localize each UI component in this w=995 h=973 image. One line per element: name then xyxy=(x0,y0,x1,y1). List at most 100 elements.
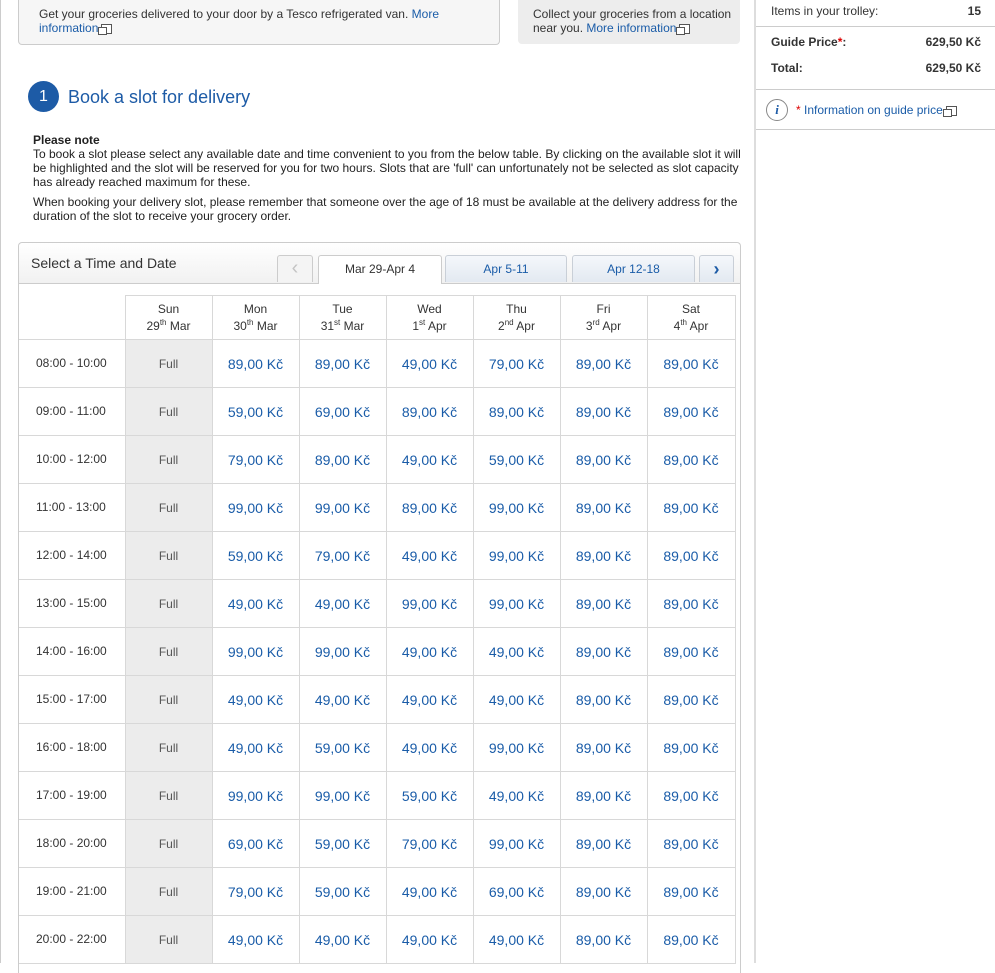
slot-price[interactable]: 69,00 Kč xyxy=(211,819,300,868)
tab-week-1[interactable]: Mar 29-Apr 4 xyxy=(318,255,442,284)
slot-price[interactable]: 89,00 Kč xyxy=(646,723,736,772)
slot-price[interactable]: 79,00 Kč xyxy=(211,435,300,484)
slot-price[interactable]: 59,00 Kč xyxy=(211,387,300,436)
slot-price[interactable]: 89,00 Kč xyxy=(298,435,387,484)
slot-price[interactable]: 49,00 Kč xyxy=(472,915,561,964)
slot-price[interactable]: 99,00 Kč xyxy=(472,723,561,772)
slot-price[interactable]: 49,00 Kč xyxy=(211,675,300,724)
delivery-option-box: Get your groceries delivered to your doo… xyxy=(18,0,500,45)
slot-price[interactable]: 99,00 Kč xyxy=(385,579,474,628)
slot-price[interactable]: 59,00 Kč xyxy=(298,819,387,868)
slot-price[interactable]: 49,00 Kč xyxy=(472,675,561,724)
slot-price[interactable]: 79,00 Kč xyxy=(298,531,387,580)
slot-price[interactable]: 59,00 Kč xyxy=(385,771,474,820)
tab-week-3[interactable]: Apr 12-18 xyxy=(572,255,695,282)
slot-price[interactable]: 49,00 Kč xyxy=(385,675,474,724)
slot-price[interactable]: 49,00 Kč xyxy=(385,867,474,916)
slot-price[interactable]: 89,00 Kč xyxy=(646,675,736,724)
slot-price[interactable]: 49,00 Kč xyxy=(385,339,474,388)
slot-price[interactable]: 89,00 Kč xyxy=(211,339,300,388)
slot-row: 18:00 - 20:00 Full 69,00 Kč 59,00 Kč 79,00 K… xyxy=(19,819,736,868)
slot-price[interactable]: 89,00 Kč xyxy=(559,627,648,676)
slot-price[interactable]: 49,00 Kč xyxy=(298,675,387,724)
slot-price[interactable]: 49,00 Kč xyxy=(472,771,561,820)
slot-price[interactable]: 99,00 Kč xyxy=(298,627,387,676)
slot-picker-panel: Select a Time and Date ‹ Mar 29-Apr 4 Ap… xyxy=(18,242,741,973)
collect-more-info-link[interactable]: More information xyxy=(586,21,676,35)
slot-price[interactable]: 89,00 Kč xyxy=(646,531,736,580)
slot-full: Full xyxy=(124,867,213,916)
collect-option-box[interactable]: Collect your groceries from a location n… xyxy=(518,0,740,44)
slot-price[interactable]: 89,00 Kč xyxy=(559,867,648,916)
slot-price[interactable]: 49,00 Kč xyxy=(385,435,474,484)
time-range-label: 13:00 - 15:00 xyxy=(19,579,126,628)
slot-price[interactable]: 89,00 Kč xyxy=(559,387,648,436)
slot-price[interactable]: 49,00 Kč xyxy=(211,915,300,964)
time-range-label: 20:00 - 22:00 xyxy=(19,915,126,964)
tab-week-2[interactable]: Apr 5-11 xyxy=(445,255,567,282)
slot-price[interactable]: 89,00 Kč xyxy=(646,483,736,532)
slot-price[interactable]: 89,00 Kč xyxy=(646,771,736,820)
slot-price[interactable]: 89,00 Kč xyxy=(646,387,736,436)
slot-price[interactable]: 89,00 Kč xyxy=(559,339,648,388)
slot-price[interactable]: 89,00 Kč xyxy=(646,579,736,628)
slot-price[interactable]: 99,00 Kč xyxy=(211,483,300,532)
slot-price[interactable]: 89,00 Kč xyxy=(472,387,561,436)
slot-price[interactable]: 99,00 Kč xyxy=(472,819,561,868)
slot-price[interactable]: 89,00 Kč xyxy=(559,915,648,964)
slot-price[interactable]: 49,00 Kč xyxy=(385,531,474,580)
slot-price[interactable]: 49,00 Kč xyxy=(298,579,387,628)
slot-price[interactable]: 49,00 Kč xyxy=(298,915,387,964)
slot-price[interactable]: 59,00 Kč xyxy=(472,435,561,484)
time-range-label: 16:00 - 18:00 xyxy=(19,723,126,772)
slot-price[interactable]: 69,00 Kč xyxy=(472,867,561,916)
guide-price-info-link[interactable]: Information on guide price xyxy=(804,103,943,117)
slot-price[interactable]: 89,00 Kč xyxy=(559,723,648,772)
slot-price[interactable]: 89,00 Kč xyxy=(646,627,736,676)
slot-price[interactable]: 89,00 Kč xyxy=(559,531,648,580)
slot-price[interactable]: 99,00 Kč xyxy=(472,579,561,628)
slot-price[interactable]: 89,00 Kč xyxy=(559,579,648,628)
slot-price[interactable]: 99,00 Kč xyxy=(298,771,387,820)
slot-price[interactable]: 59,00 Kč xyxy=(211,531,300,580)
slot-price[interactable]: 99,00 Kč xyxy=(472,531,561,580)
slot-price[interactable]: 99,00 Kč xyxy=(298,483,387,532)
slot-price[interactable]: 69,00 Kč xyxy=(298,387,387,436)
slot-row: 10:00 - 12:00 Full 79,00 Kč 89,00 Kč 49,00 K… xyxy=(19,435,736,484)
slot-full: Full xyxy=(124,531,213,580)
slot-price[interactable]: 59,00 Kč xyxy=(298,723,387,772)
slot-price[interactable]: 89,00 Kč xyxy=(385,387,474,436)
slot-price[interactable]: 49,00 Kč xyxy=(211,579,300,628)
chevron-right-icon[interactable]: › xyxy=(699,255,734,282)
slot-price[interactable]: 89,00 Kč xyxy=(646,867,736,916)
info-icon: i xyxy=(766,99,788,121)
slot-price[interactable]: 49,00 Kč xyxy=(385,723,474,772)
slot-price[interactable]: 89,00 Kč xyxy=(559,435,648,484)
slot-price[interactable]: 49,00 Kč xyxy=(211,723,300,772)
divider xyxy=(756,129,995,130)
slot-price[interactable]: 49,00 Kč xyxy=(472,627,561,676)
slot-price[interactable]: 89,00 Kč xyxy=(559,675,648,724)
slot-picker-header: Select a Time and Date ‹ Mar 29-Apr 4 Ap… xyxy=(19,243,740,284)
slot-price[interactable]: 79,00 Kč xyxy=(472,339,561,388)
slot-price[interactable]: 79,00 Kč xyxy=(211,867,300,916)
slot-price[interactable]: 89,00 Kč xyxy=(646,339,736,388)
slot-price[interactable]: 99,00 Kč xyxy=(211,771,300,820)
slot-price[interactable]: 89,00 Kč xyxy=(385,483,474,532)
slot-price[interactable]: 99,00 Kč xyxy=(472,483,561,532)
slot-price[interactable]: 89,00 Kč xyxy=(298,339,387,388)
slot-price[interactable]: 49,00 Kč xyxy=(385,915,474,964)
slot-price[interactable]: 89,00 Kč xyxy=(646,435,736,484)
slot-price[interactable]: 89,00 Kč xyxy=(559,819,648,868)
slot-price[interactable]: 89,00 Kč xyxy=(559,483,648,532)
slot-price[interactable]: 99,00 Kč xyxy=(211,627,300,676)
chevron-left-icon[interactable]: ‹ xyxy=(277,255,313,282)
slot-price[interactable]: 89,00 Kč xyxy=(646,819,736,868)
slot-price[interactable]: 49,00 Kč xyxy=(385,627,474,676)
slot-price[interactable]: 89,00 Kč xyxy=(559,771,648,820)
slot-price[interactable]: 59,00 Kč xyxy=(298,867,387,916)
slot-price[interactable]: 79,00 Kč xyxy=(385,819,474,868)
day-header: Mon 30th Mar xyxy=(211,295,300,340)
slot-price[interactable]: 89,00 Kč xyxy=(646,915,736,964)
slot-full: Full xyxy=(124,627,213,676)
